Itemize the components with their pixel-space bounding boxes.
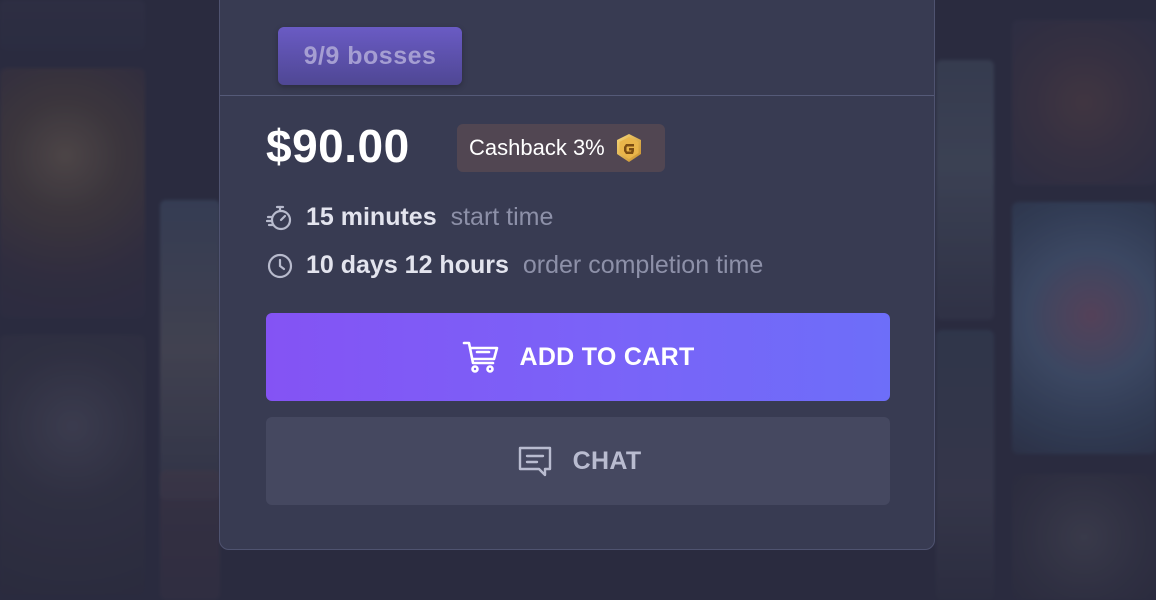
add-to-cart-label: ADD TO CART [519,342,695,371]
start-time-row: 15 minutes start time [266,203,553,232]
cashback-badge: Cashback 3% [457,124,665,172]
add-to-cart-button[interactable]: ADD TO CART [266,313,890,401]
g-coin-icon [613,132,645,164]
start-time-label: start time [450,203,554,231]
card-divider [220,95,934,96]
completion-time-value: 10 days 12 hours [306,251,509,279]
start-time-value: 15 minutes [306,203,437,231]
chat-bubble-icon [515,441,555,481]
chat-label: CHAT [572,446,642,475]
completion-time-label: order completion time [522,251,764,279]
price: $90.00 [266,120,410,172]
completion-time-row: 10 days 12 hours order completion time [266,251,763,280]
cashback-label: Cashback 3% [469,135,605,160]
boss-count-badge: 9/9 bosses [278,27,462,85]
chat-button[interactable]: CHAT [266,417,890,505]
clock-icon [266,252,294,280]
stopwatch-icon [266,204,294,232]
cart-icon [461,337,501,377]
offer-card: 9/9 bosses $90.00 Cashback 3% 15 minutes… [219,0,935,550]
